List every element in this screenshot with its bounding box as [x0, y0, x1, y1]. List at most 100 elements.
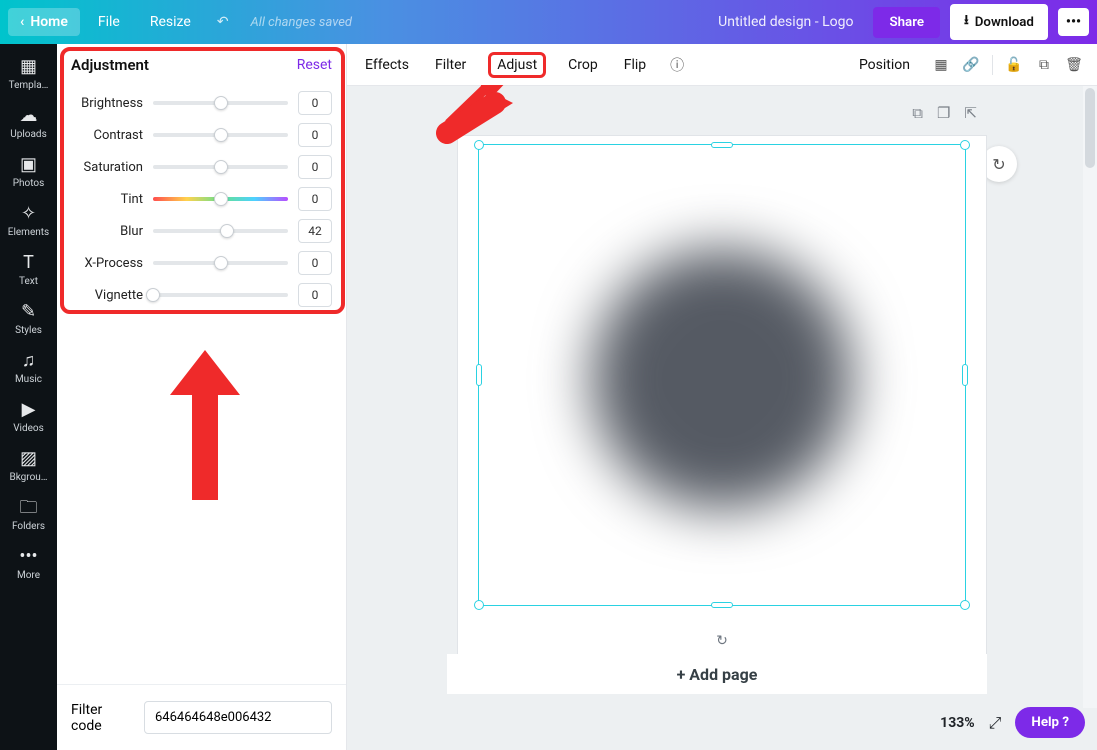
link-icon[interactable]: 🔗: [962, 56, 980, 74]
slider-label: Contrast: [71, 128, 153, 143]
top-header: ‹ Home File Resize ↶ All changes saved U…: [0, 0, 1097, 44]
ctx-flip-button[interactable]: Flip: [620, 53, 650, 77]
trash-icon[interactable]: 🗑: [1065, 56, 1083, 74]
filter-code-input[interactable]: [144, 701, 332, 734]
slider-thumb[interactable]: [214, 128, 228, 142]
slider-thumb[interactable]: [214, 96, 228, 110]
slider-label: Saturation: [71, 160, 153, 175]
ctx-filter-button[interactable]: Filter: [431, 53, 470, 77]
zoom-level[interactable]: 133%: [940, 715, 974, 731]
reset-button[interactable]: Reset: [297, 57, 332, 73]
rotate-icon[interactable]: ↻: [716, 633, 728, 649]
sidebar-item-styles[interactable]: ✎Styles: [0, 295, 57, 344]
home-button[interactable]: ‹ Home: [8, 8, 80, 36]
slider-thumb[interactable]: [214, 256, 228, 270]
slider-row-x-process: X-Process0: [71, 248, 332, 278]
sidebar-item-label: Folders: [0, 521, 57, 532]
slider-value-input[interactable]: 0: [298, 155, 332, 179]
resize-handle-l[interactable]: [476, 364, 482, 386]
slider-row-tint: Tint 0: [71, 184, 332, 214]
resize-handle-t[interactable]: [711, 142, 733, 148]
slider-row-saturation: Saturation 0: [71, 152, 332, 182]
position-button[interactable]: Position: [855, 53, 914, 77]
document-title[interactable]: Untitled design - Logo: [718, 14, 853, 30]
slider-track-tint[interactable]: [153, 197, 288, 201]
sidebar-item-photos[interactable]: ▣ Photos: [0, 148, 57, 197]
filter-code-label: Filter code: [71, 702, 134, 734]
share-button[interactable]: Share: [873, 7, 940, 38]
uploads-icon: ☁: [0, 107, 57, 125]
ctx-crop-button[interactable]: Crop: [564, 53, 602, 77]
text-icon: T: [0, 254, 57, 272]
resize-handle-br[interactable]: [960, 600, 970, 610]
add-page-button[interactable]: + Add page: [447, 654, 987, 694]
download-button[interactable]: ⭳ Download: [950, 4, 1048, 40]
slider-row-contrast: Contrast 0: [71, 120, 332, 150]
slider-track-vignette[interactable]: [153, 293, 288, 297]
home-label: Home: [30, 14, 68, 30]
sidebar-item-uploads[interactable]: ☁Uploads: [0, 99, 57, 148]
resize-handle-tr[interactable]: [960, 140, 970, 150]
undo-button[interactable]: ↶: [209, 8, 237, 36]
sidebar-item-templates[interactable]: ▦ Templa…: [0, 50, 57, 99]
slider-value-input[interactable]: 0: [298, 91, 332, 115]
sidebar-item-label: Videos: [0, 423, 57, 434]
duplicate-icon[interactable]: ⧉: [1035, 56, 1053, 74]
page-tools: ⧉ ❐ ⇱: [912, 104, 977, 122]
templates-icon: ▦: [0, 58, 57, 76]
sidebar-item-videos[interactable]: ▶Videos: [0, 393, 57, 442]
slider-track-blur[interactable]: [153, 229, 288, 233]
slider-row-blur: Blur42: [71, 216, 332, 246]
refresh-fab[interactable]: ↻: [981, 146, 1017, 182]
file-menu[interactable]: File: [86, 8, 132, 36]
sidebar-item-more[interactable]: •••More: [0, 540, 57, 589]
filter-code-row: Filter code: [57, 684, 346, 750]
sidebar-item-elements[interactable]: ✧Elements: [0, 197, 57, 246]
vertical-scrollbar[interactable]: [1083, 86, 1097, 708]
sidebar-item-bkground[interactable]: ▨Bkgrou…: [0, 442, 57, 491]
lock-icon[interactable]: 🔓: [1005, 56, 1023, 74]
sidebar-item-text[interactable]: TText: [0, 246, 57, 295]
resize-handle-b[interactable]: [711, 602, 733, 608]
resize-handle-r[interactable]: [962, 364, 968, 386]
resize-menu[interactable]: Resize: [138, 8, 203, 36]
sidebar-item-label: More: [0, 570, 57, 581]
slider-track-saturation[interactable]: [153, 165, 288, 169]
slider-value-input[interactable]: 0: [298, 283, 332, 307]
info-icon[interactable]: ⓘ: [668, 56, 686, 74]
slider-value-input[interactable]: 0: [298, 251, 332, 275]
sidebar-item-label: Music: [0, 374, 57, 385]
slider-value-input[interactable]: 42: [298, 219, 332, 243]
duplicate-page-icon[interactable]: ❐: [937, 104, 950, 122]
sidebar-item-folders[interactable]: 🗀 Folders: [0, 491, 57, 540]
slider-track-brightness[interactable]: [153, 101, 288, 105]
slider-thumb[interactable]: [214, 160, 228, 174]
slider-thumb[interactable]: [214, 192, 228, 206]
sidebar-item-music[interactable]: ♫Music: [0, 344, 57, 393]
sidebar-item-label: Templa…: [0, 80, 57, 91]
selection-box[interactable]: ↻: [478, 144, 966, 606]
resize-handle-tl[interactable]: [474, 140, 484, 150]
slider-track-x-process[interactable]: [153, 261, 288, 265]
export-page-icon[interactable]: ⇱: [964, 104, 977, 122]
more-menu-button[interactable]: •••: [1058, 8, 1089, 36]
photos-icon: ▣: [0, 156, 57, 174]
ctx-effects-button[interactable]: Effects: [361, 53, 413, 77]
slider-value-input[interactable]: 0: [298, 123, 332, 147]
slider-thumb[interactable]: [146, 288, 160, 302]
elements-icon: ✧: [0, 205, 57, 223]
transparency-icon[interactable]: ▦: [932, 56, 950, 74]
slider-label: Tint: [71, 192, 153, 207]
ctx-adjust-button[interactable]: Adjust: [488, 52, 546, 78]
folders-icon: 🗀: [0, 499, 57, 517]
canvas-page[interactable]: ↻: [458, 136, 986, 664]
copy-page-icon[interactable]: ⧉: [912, 104, 923, 122]
slider-value-input[interactable]: 0: [298, 187, 332, 211]
slider-thumb[interactable]: [220, 224, 234, 238]
help-button[interactable]: Help ?: [1015, 707, 1085, 738]
canvas-workspace[interactable]: ⧉ ❐ ⇱ ↻ ↻ + Add page 133% ⤢ Help ?: [347, 86, 1097, 750]
slider-track-contrast[interactable]: [153, 133, 288, 137]
resize-handle-bl[interactable]: [474, 600, 484, 610]
sidebar-item-label: Photos: [0, 178, 57, 189]
fullscreen-icon[interactable]: ⤢: [989, 713, 1002, 733]
